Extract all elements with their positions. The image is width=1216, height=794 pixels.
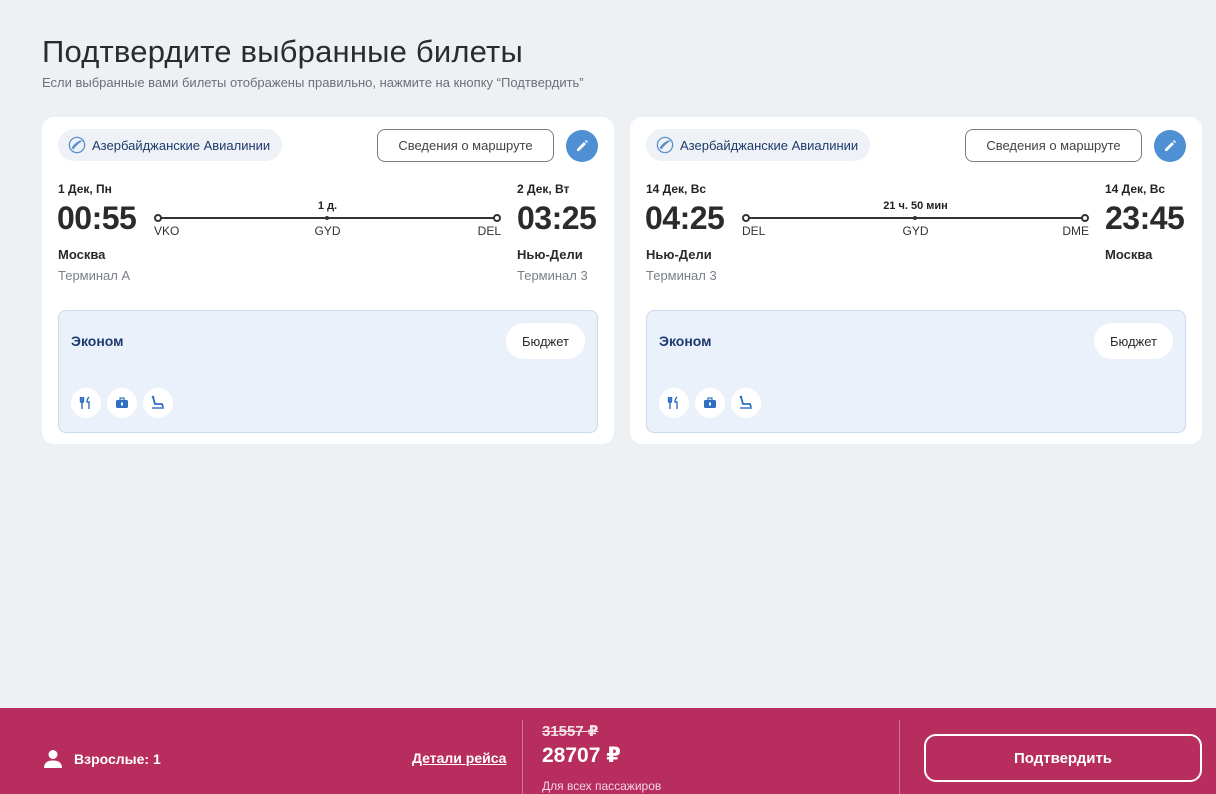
departure-airport-code: VKO (154, 224, 180, 238)
timeline-stop-dot (913, 216, 917, 220)
airline-logo-icon (656, 136, 674, 154)
fare-badge[interactable]: Бюджет (1093, 323, 1173, 359)
departure-city: Нью-Дели (646, 247, 712, 262)
arrival-city: Москва (1105, 247, 1153, 262)
departure-time: 00:55 (57, 200, 137, 236)
edit-flight-button[interactable] (566, 130, 598, 162)
flight-timeline: 21 ч. 50 мин DEL GYD DME (742, 200, 1089, 244)
page-subtitle: Если выбранные вами билеты отображены пр… (42, 75, 584, 90)
flight-duration: 1 д. (317, 200, 338, 212)
seat-icon[interactable] (731, 388, 761, 418)
flight-card-outbound: Азербайджанские Авиалинии Сведения о мар… (42, 117, 614, 444)
arrival-time: 03:25 (517, 200, 597, 236)
baggage-icon[interactable] (695, 388, 725, 418)
departure-city: Москва (58, 247, 106, 262)
route-details-button[interactable]: Сведения о маршруте (377, 129, 554, 162)
departure-date: 1 Дек, Пн (58, 182, 112, 196)
arrival-terminal: Терминал 3 (517, 268, 588, 283)
arrival-city: Нью-Дели (517, 247, 583, 262)
departure-airport-code: DEL (742, 224, 766, 238)
airline-badge: Азербайджанские Авиалинии (58, 129, 283, 161)
arrival-airport-code: DEL (477, 224, 501, 238)
pencil-icon (577, 140, 588, 151)
old-price: 31557 ₽ (542, 723, 599, 740)
passenger-summary: Взрослые: 1 (42, 748, 161, 770)
departure-terminal: Терминал A (58, 268, 131, 283)
footer-divider (522, 720, 523, 794)
fare-box: Эконом Бюджет (646, 310, 1186, 433)
timeline-start-dot (742, 214, 750, 222)
airline-name: Азербайджанские Авиалинии (92, 137, 271, 153)
person-icon (44, 750, 62, 768)
flight-card-return: Азербайджанские Авиалинии Сведения о мар… (630, 117, 1202, 444)
airline-name: Азербайджанские Авиалинии (680, 137, 859, 153)
departure-date: 14 Дек, Вс (646, 182, 707, 196)
departure-terminal: Терминал 3 (646, 268, 717, 283)
flight-duration: 21 ч. 50 мин (883, 200, 948, 212)
meal-icon[interactable] (659, 388, 689, 418)
seat-icon[interactable] (143, 388, 173, 418)
stop-airport-code: GYD (902, 224, 929, 238)
airline-badge: Азербайджанские Авиалинии (646, 129, 871, 161)
arrival-date: 14 Дек, Вс (1105, 182, 1166, 196)
departure-time: 04:25 (645, 200, 725, 236)
fare-box: Эконом Бюджет (58, 310, 598, 433)
total-price: 28707 ₽ (542, 744, 621, 767)
meal-icon[interactable] (71, 388, 101, 418)
arrival-airport-code: DME (1062, 224, 1089, 238)
airline-logo-icon (68, 136, 86, 154)
timeline-end-dot (493, 214, 501, 222)
timeline-start-dot (154, 214, 162, 222)
timeline-end-dot (1081, 214, 1089, 222)
timeline-stop-dot (325, 216, 329, 220)
arrival-time: 23:45 (1105, 200, 1185, 236)
passenger-count: Взрослые: 1 (74, 751, 161, 767)
fare-class: Эконом (71, 333, 124, 349)
pencil-icon (1165, 140, 1176, 151)
edit-flight-button[interactable] (1154, 130, 1186, 162)
fare-features (659, 388, 761, 418)
footer-divider (899, 720, 900, 794)
confirm-button[interactable]: Подтвердить (924, 734, 1202, 782)
page-title: Подтвердите выбранные билеты (42, 34, 523, 69)
flight-details-link[interactable]: Детали рейса (412, 750, 506, 766)
baggage-icon[interactable] (107, 388, 137, 418)
price-note: Для всех пассажиров (542, 779, 662, 793)
fare-class: Эконом (659, 333, 712, 349)
route-details-button[interactable]: Сведения о маршруте (965, 129, 1142, 162)
stop-airport-code: GYD (314, 224, 341, 238)
flight-timeline: 1 д. VKO GYD DEL (154, 200, 501, 244)
fare-features (71, 388, 173, 418)
arrival-date: 2 Дек, Вт (517, 182, 570, 196)
fare-badge[interactable]: Бюджет (505, 323, 585, 359)
booking-footer: Взрослые: 1 Детали рейса 31557 ₽ 28707 ₽… (0, 708, 1216, 794)
